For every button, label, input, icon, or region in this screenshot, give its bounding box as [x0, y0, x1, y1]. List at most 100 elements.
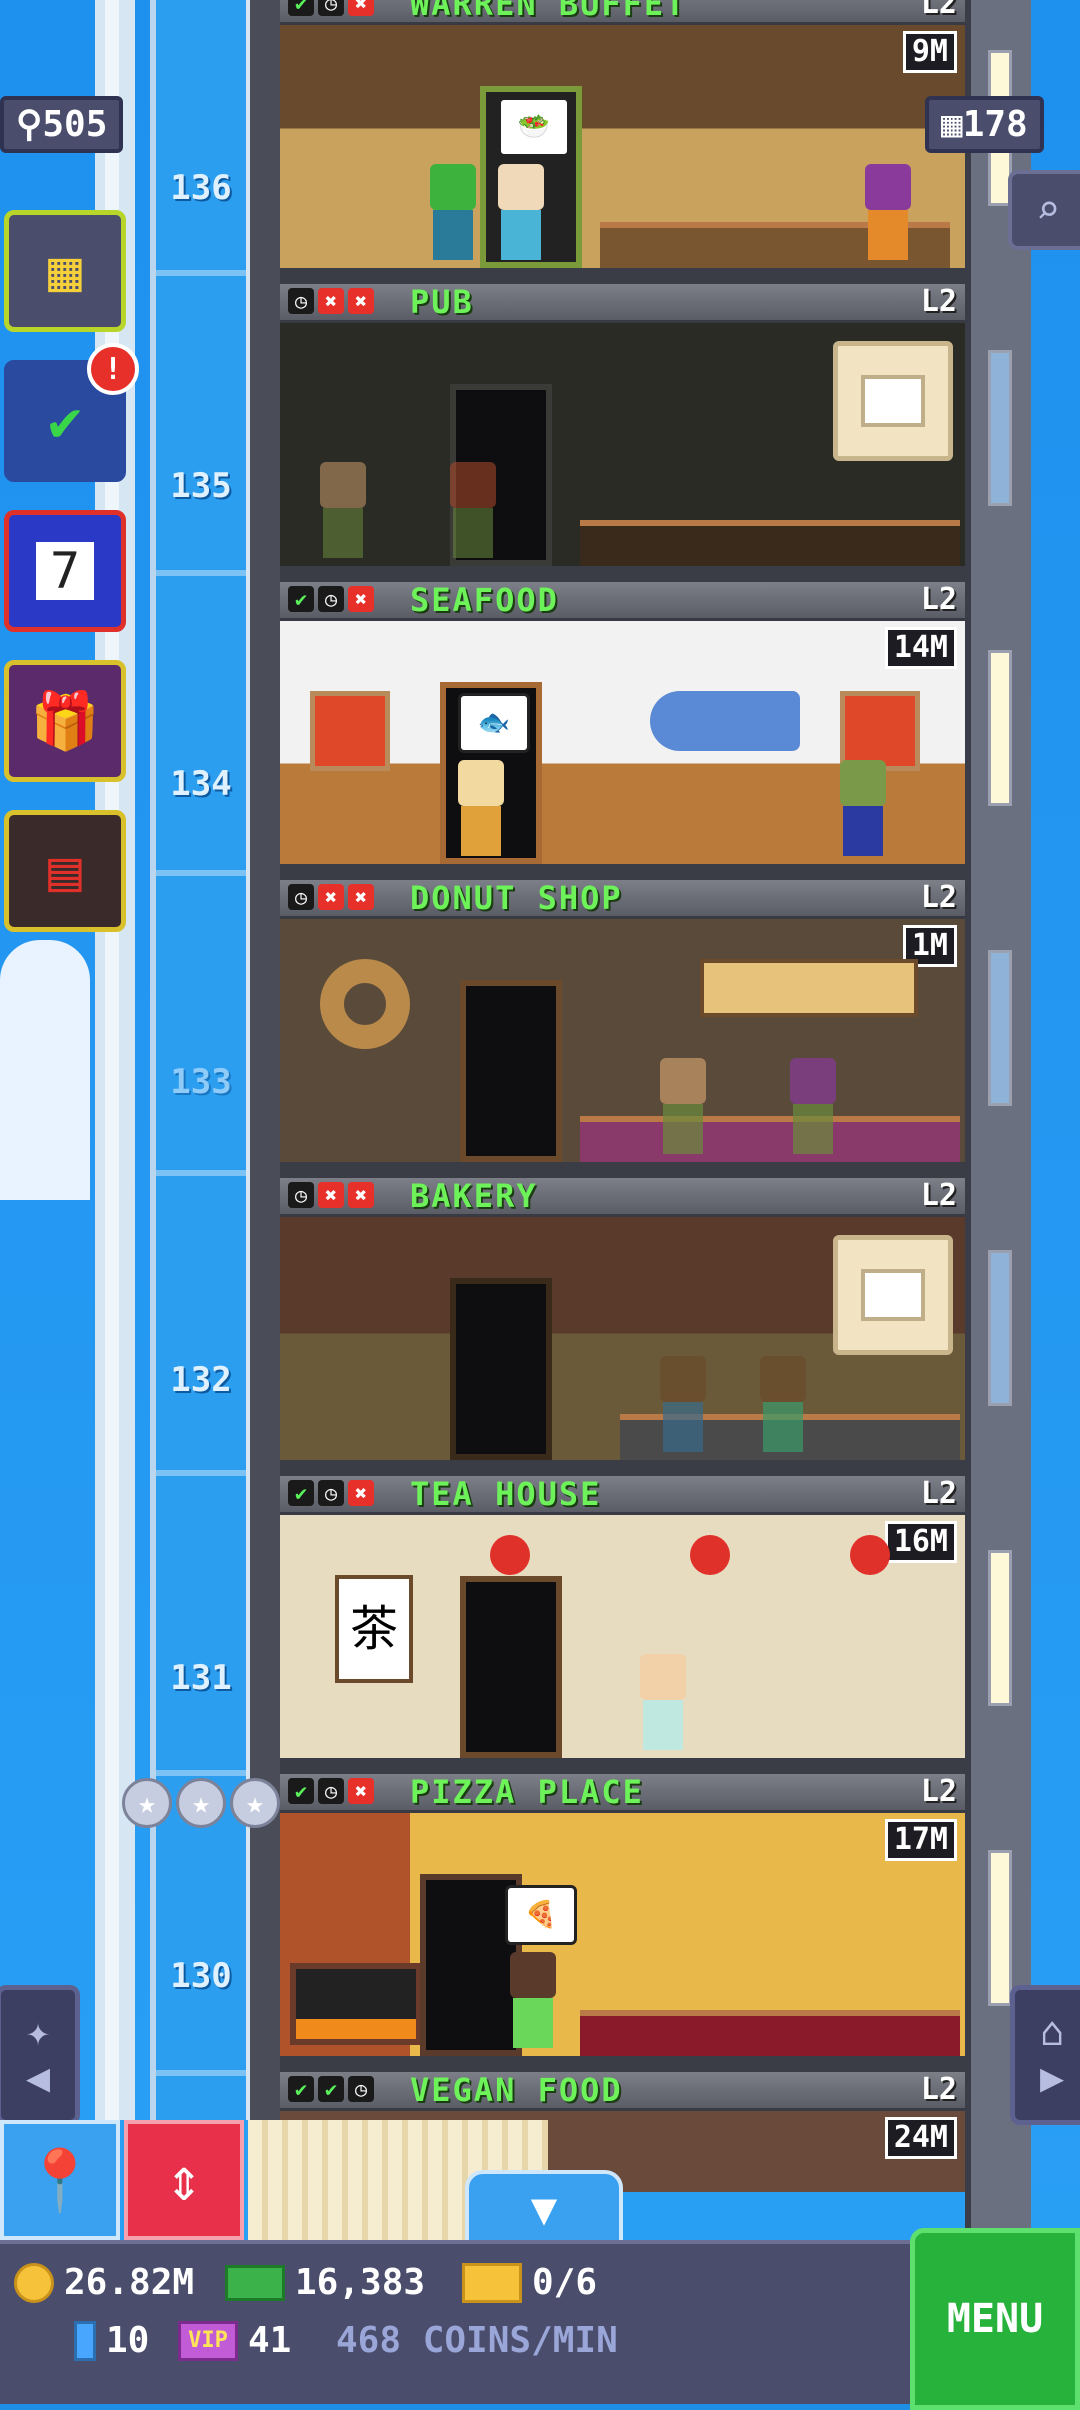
collapse-toolbar-button[interactable]: ▼ — [465, 2170, 623, 2248]
previous-bitizen-button[interactable]: ✦ ◀ — [0, 1985, 80, 2125]
tower-window — [988, 1550, 1012, 1706]
floor-interior: 17M 🍕 — [280, 1813, 965, 2072]
floor-name: BAKERY — [410, 1177, 538, 1215]
stock-label: 16M — [884, 1521, 957, 1563]
person — [660, 1058, 706, 1158]
stock-label: 17M — [884, 1819, 957, 1861]
pin-icon: 📍 — [22, 2145, 98, 2216]
vip-icon: VIP — [178, 2320, 238, 2361]
population-counter[interactable]: ⚲505 — [0, 96, 124, 153]
floor-interior — [280, 1217, 965, 1476]
person-icon: ✦ — [25, 2009, 51, 2055]
floor-bakery[interactable]: ◷ ✖ ✖ BAKERY L2 — [280, 1178, 965, 1476]
x-icon: ✖ — [318, 884, 344, 910]
floor-level: L2 — [920, 2072, 957, 2107]
missions-button[interactable]: ✔ ! — [4, 343, 139, 482]
x-icon: ✖ — [348, 1778, 374, 1804]
floor-seafood[interactable]: ✔ ◷ ✖ SEAFOOD L2 14M 🐟 — [280, 582, 965, 880]
star-icon: ★ — [176, 1778, 226, 1828]
check-icon: ✔ — [288, 0, 314, 16]
clock-icon: ◷ — [318, 586, 344, 612]
stock-crate-button[interactable] — [833, 1235, 953, 1355]
tower-window — [988, 950, 1012, 1106]
floor-pizza-place[interactable]: ✔ ◷ ✖ PIZZA PLACE L2 17M 🍕 — [280, 1774, 965, 2072]
floor-level: L2 — [920, 880, 957, 915]
floor-level: L2 — [920, 582, 957, 617]
floor-name: PUB — [410, 283, 474, 321]
star-icon: ★ — [230, 1778, 280, 1828]
next-floor-button[interactable]: ⌂ ▶ — [1010, 1985, 1080, 2125]
floor-header: ✔ ◷ ✖ PIZZA PLACE L2 — [280, 1774, 965, 1813]
income-rate: 468 COINS/MIN — [336, 2320, 618, 2361]
population-value: 505 — [42, 104, 108, 145]
floor-level: L2 — [920, 0, 957, 21]
tower-window — [988, 650, 1012, 806]
floor-warren-buffet[interactable]: ✔ ◷ ✖ WARREN BUFFET L2 9M 🥗 — [280, 0, 965, 284]
ticket-icon — [462, 2262, 522, 2303]
request-bubble: 🥗 — [498, 97, 570, 157]
floor-header: ◷ ✖ ✖ DONUT SHOP L2 — [280, 880, 965, 919]
market-stall-icon: ▤ — [48, 838, 82, 904]
gift-icon: 🎁 — [30, 689, 100, 754]
check-icon: ✔ — [288, 586, 314, 612]
floor-interior: 14M 🐟 — [280, 621, 965, 880]
floor-number: 134 — [170, 764, 232, 804]
person — [510, 1952, 556, 2052]
floor-donut-shop[interactable]: ◷ ✖ ✖ DONUT SHOP L2 1M — [280, 880, 965, 1178]
tower-window — [988, 1250, 1012, 1406]
floor-tea-house[interactable]: ✔ ◷ ✖ TEA HOUSE L2 16M 茶 — [280, 1476, 965, 1774]
floor-header: ✔ ◷ ✖ TEA HOUSE L2 — [280, 1476, 965, 1515]
calendar-button[interactable]: 7 — [4, 510, 126, 632]
x-icon: ✖ — [348, 0, 374, 16]
stock-label: 9M — [902, 31, 957, 73]
person — [498, 164, 544, 264]
x-icon: ✖ — [348, 288, 374, 314]
arrow-right-icon: ▶ — [1039, 2055, 1065, 2101]
floor-header: ✔ ◷ ✖ SEAFOOD L2 — [280, 582, 965, 621]
clock-icon: ◷ — [348, 2076, 374, 2102]
search-button[interactable]: ⌕ — [1008, 170, 1080, 250]
lantern-icon — [490, 1535, 530, 1575]
x-icon: ✖ — [348, 1182, 374, 1208]
person — [760, 1356, 806, 1456]
clock-icon: ◷ — [318, 1480, 344, 1506]
bux-value: 10 — [106, 2320, 150, 2361]
door — [460, 1576, 562, 1758]
pin-button[interactable]: 📍 — [0, 2120, 120, 2240]
floor-name: VEGAN FOOD — [410, 2071, 623, 2109]
bux-floors-counter[interactable]: ▦178 — [925, 96, 1044, 153]
coins-value: 26.82M — [64, 2262, 195, 2303]
floor-pub[interactable]: ◷ ✖ ✖ PUB L2 — [280, 284, 965, 582]
clock-icon: ◷ — [288, 884, 314, 910]
floor-number: 132 — [170, 1360, 232, 1400]
clock-icon: ◷ — [288, 1182, 314, 1208]
cash-stat[interactable]: 16,383 — [225, 2262, 425, 2303]
person — [865, 164, 911, 264]
elevator-button[interactable]: ⇕ — [124, 2120, 244, 2240]
coins-stat[interactable]: 26.82M — [14, 2262, 194, 2303]
checklist-icon: ✔ — [48, 388, 82, 454]
floor-header: ✔ ◷ ✖ WARREN BUFFET L2 — [280, 0, 965, 25]
stock-crate-button[interactable] — [833, 341, 953, 461]
floor-interior: 9M 🥗 — [280, 25, 965, 284]
floor-interior: 1M — [280, 919, 965, 1178]
clock-icon: ◷ — [318, 1778, 344, 1804]
x-icon: ✖ — [348, 586, 374, 612]
chevron-down-icon: ▼ — [530, 2183, 558, 2235]
build-floor-button[interactable]: ▦ — [4, 210, 126, 332]
crab-decoration-icon — [310, 691, 390, 771]
vip-stat[interactable]: VIP 41 — [178, 2320, 291, 2361]
market-button[interactable]: ▤ — [4, 810, 126, 932]
floor-interior: 16M 茶 — [280, 1515, 965, 1774]
floor-header: ✔ ✔ ◷ VEGAN FOOD L2 — [280, 2072, 965, 2111]
person — [840, 760, 886, 860]
tea-scroll: 茶 — [335, 1575, 413, 1683]
bux-floors-value: 178 — [962, 104, 1028, 145]
menu-button[interactable]: MENU — [910, 2228, 1080, 2410]
arrow-left-icon: ◀ — [25, 2055, 51, 2101]
floor-header: ◷ ✖ ✖ BAKERY L2 — [280, 1178, 965, 1217]
floor-name: SEAFOOD — [410, 581, 559, 619]
bux-stat[interactable]: 10 — [74, 2320, 149, 2361]
tickets-stat[interactable]: 0/6 — [462, 2262, 597, 2303]
gift-button[interactable]: 🎁 — [4, 660, 126, 782]
